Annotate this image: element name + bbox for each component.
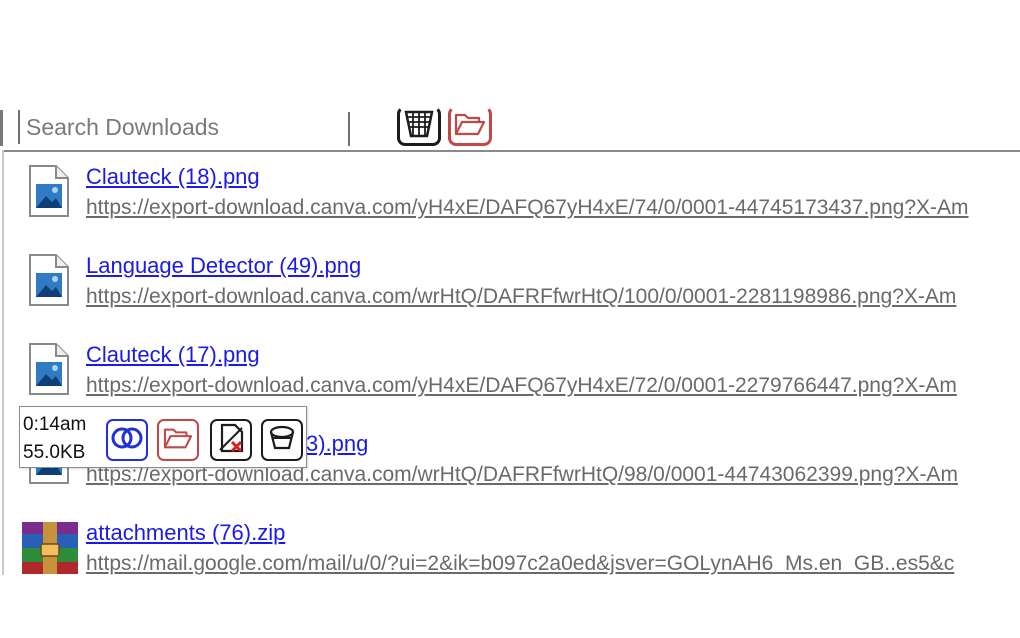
download-item-url[interactable]: https://export-download.canva.com/yH4xE/… (86, 196, 969, 220)
remove-from-list-icon (267, 423, 297, 458)
download-item-name[interactable]: Clauteck (17).png (86, 342, 260, 368)
download-item-name[interactable]: 3).png (306, 431, 368, 457)
open-file-icon (110, 426, 144, 455)
archive-file-icon (20, 518, 80, 575)
open-file-button[interactable] (106, 419, 148, 461)
download-size: 55.0KB (23, 442, 86, 463)
open-folder-icon (453, 109, 487, 144)
download-item-url[interactable]: https://export-download.canva.com/wrHtQ/… (86, 285, 956, 309)
delete-file-icon (216, 422, 246, 459)
download-time: 0:14am (23, 414, 87, 435)
download-item[interactable]: Clauteck (18).png https://export-downloa… (0, 152, 1020, 241)
download-item-name[interactable]: Language Detector (49).png (86, 253, 361, 279)
download-item-name[interactable]: Clauteck (18).png (86, 164, 260, 190)
open-downloads-folder-button[interactable] (448, 106, 492, 146)
search-input[interactable] (18, 110, 343, 144)
clear-list-button[interactable] (397, 106, 441, 146)
download-item[interactable]: Language Detector (49).png https://expor… (0, 241, 1020, 330)
download-item-url[interactable]: https://mail.google.com/mail/u/0/?ui=2&i… (86, 552, 954, 575)
toolbar (0, 104, 1020, 152)
delete-file-button[interactable] (210, 419, 252, 461)
show-in-folder-icon (162, 424, 194, 457)
download-item[interactable]: attachments (76).zip https://mail.google… (0, 508, 1020, 575)
image-file-icon (28, 253, 70, 307)
clear-list-icon (402, 109, 436, 144)
download-list: Clauteck (18).png https://export-downloa… (0, 152, 1020, 575)
toolbar-separator (348, 112, 350, 146)
download-item-url[interactable]: https://export-download.canva.com/yH4xE/… (86, 374, 957, 398)
image-file-icon (28, 164, 70, 218)
download-item-name[interactable]: attachments (76).zip (86, 520, 285, 546)
download-details-popup: 0:14am 55.0KB (19, 406, 307, 468)
show-in-folder-button[interactable] (157, 419, 199, 461)
image-file-icon (28, 342, 70, 396)
remove-from-list-button[interactable] (261, 419, 303, 461)
